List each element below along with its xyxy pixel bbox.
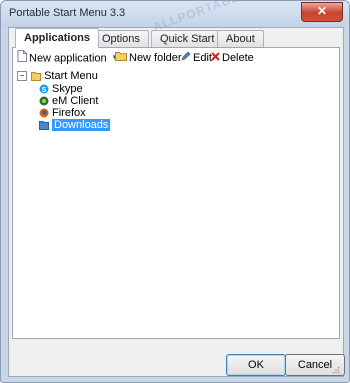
tree-item-skype[interactable]: S Skype — [39, 83, 83, 95]
new-document-icon — [17, 50, 27, 67]
start-menu-tree[interactable]: − Start Menu S Skype eM Client Firefox D… — [15, 70, 335, 334]
delete-label: Delete — [222, 52, 254, 64]
window-title: Portable Start Menu 3.3 — [9, 7, 126, 19]
window-client-area: Applications Options Quick Start About N… — [8, 27, 345, 377]
delete-x-icon — [211, 50, 220, 66]
em-client-icon — [39, 96, 49, 106]
folder-icon — [39, 120, 49, 131]
tab-strip: Applications Options Quick Start About — [13, 28, 333, 48]
edit-label: Edit — [193, 52, 212, 64]
app-window: Portable Start Menu 3.3 ✕ Applications O… — [0, 0, 350, 383]
start-menu-folder-icon — [31, 71, 42, 82]
tree-item-label: Firefox — [52, 107, 86, 119]
new-folder-label: New folder — [129, 52, 182, 64]
tab-applications[interactable]: Applications — [15, 28, 100, 48]
tab-quick-start[interactable]: Quick Start — [151, 30, 224, 47]
new-application-button[interactable]: New application ▾ — [17, 50, 118, 66]
toolbar: New application ▾ New folder Edit — [15, 49, 335, 67]
new-application-label: New application — [29, 52, 107, 65]
applications-panel: New application ▾ New folder Edit — [12, 47, 340, 339]
tree-item-firefox[interactable]: Firefox — [39, 107, 86, 119]
new-folder-button[interactable]: New folder — [115, 50, 182, 66]
tree-item-label: Skype — [52, 83, 83, 95]
skype-icon: S — [39, 84, 49, 94]
tree-item-em-client[interactable]: eM Client — [39, 95, 98, 107]
tree-item-downloads[interactable]: Downloads — [39, 119, 111, 131]
svg-text:S: S — [42, 87, 47, 94]
tab-about[interactable]: About — [217, 30, 264, 47]
tree-root-label: Start Menu — [44, 70, 98, 82]
collapse-toggle-icon[interactable]: − — [17, 71, 27, 82]
tab-options[interactable]: Options — [93, 30, 149, 47]
tree-root-start-menu[interactable]: − Start Menu — [17, 70, 98, 82]
pencil-icon — [181, 50, 191, 66]
folder-icon — [115, 50, 127, 66]
tree-item-label: eM Client — [52, 95, 99, 107]
ok-button[interactable]: OK — [226, 354, 286, 376]
firefox-icon — [39, 108, 49, 118]
close-button[interactable]: ✕ — [301, 2, 343, 22]
resize-grip-icon[interactable] — [332, 365, 340, 374]
edit-button[interactable]: Edit — [181, 50, 212, 66]
delete-button[interactable]: Delete — [211, 50, 254, 66]
tree-item-label: Downloads — [52, 119, 111, 131]
